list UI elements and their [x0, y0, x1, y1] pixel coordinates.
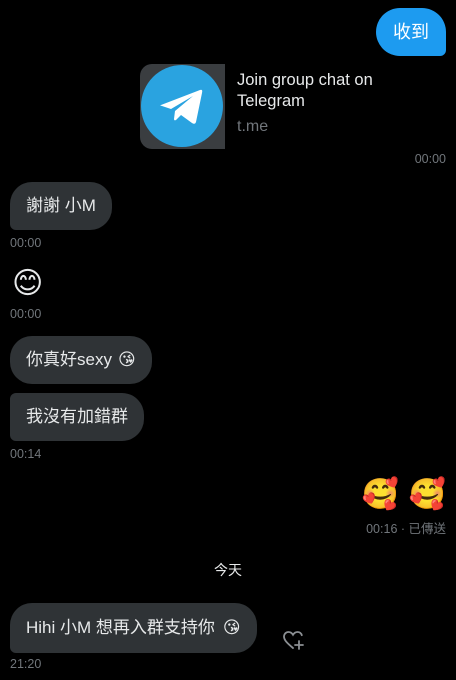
incoming-message-bubble[interactable]: Hihi 小M 想再入群支持你 😘: [10, 603, 257, 653]
kiss-emoji: 😘: [222, 618, 241, 638]
message-text: 謝謝 小M: [26, 196, 96, 215]
telegram-paper-plane-icon: [141, 65, 223, 147]
link-domain: t.me: [237, 118, 269, 135]
incoming-emoji-message[interactable]: 😊: [12, 266, 43, 302]
timestamp: 00:00: [10, 236, 42, 250]
kiss-emoji: 😘: [117, 350, 136, 370]
date-divider: 今天: [214, 562, 242, 578]
message-text: Hihi 小M 想再入群支持你: [26, 618, 215, 637]
hearts-face-emoji: 🥰: [361, 477, 400, 512]
heart-plus-icon[interactable]: [282, 629, 306, 651]
timestamp: 21:20: [10, 657, 42, 671]
telegram-logo-thumbnail: [140, 64, 225, 149]
link-title: Join group chat on Telegram: [237, 70, 373, 112]
incoming-message-bubble[interactable]: 你真好sexy 😘: [10, 336, 152, 384]
message-text: 我沒有加錯群: [26, 407, 128, 426]
incoming-message-bubble[interactable]: 我沒有加錯群: [10, 393, 144, 441]
incoming-message-bubble[interactable]: 謝謝 小M: [10, 182, 112, 230]
message-text: 你真好sexy: [26, 350, 112, 369]
timestamp: 00:14: [10, 447, 42, 461]
link-title-line1: Join group chat on: [237, 71, 373, 89]
outgoing-message-bubble[interactable]: 收到: [376, 8, 446, 56]
delivery-status: 00:16 · 已傳送: [366, 522, 446, 536]
hearts-face-emoji: 🥰: [408, 477, 446, 512]
outgoing-emoji-message[interactable]: 🥰 🥰: [362, 476, 446, 514]
timestamp: 00:00: [10, 307, 42, 321]
message-text: 收到: [393, 22, 429, 42]
timestamp: 00:00: [414, 152, 446, 166]
link-title-line2: Telegram: [237, 92, 305, 110]
link-preview-card[interactable]: Join group chat on Telegram t.me: [140, 64, 446, 150]
